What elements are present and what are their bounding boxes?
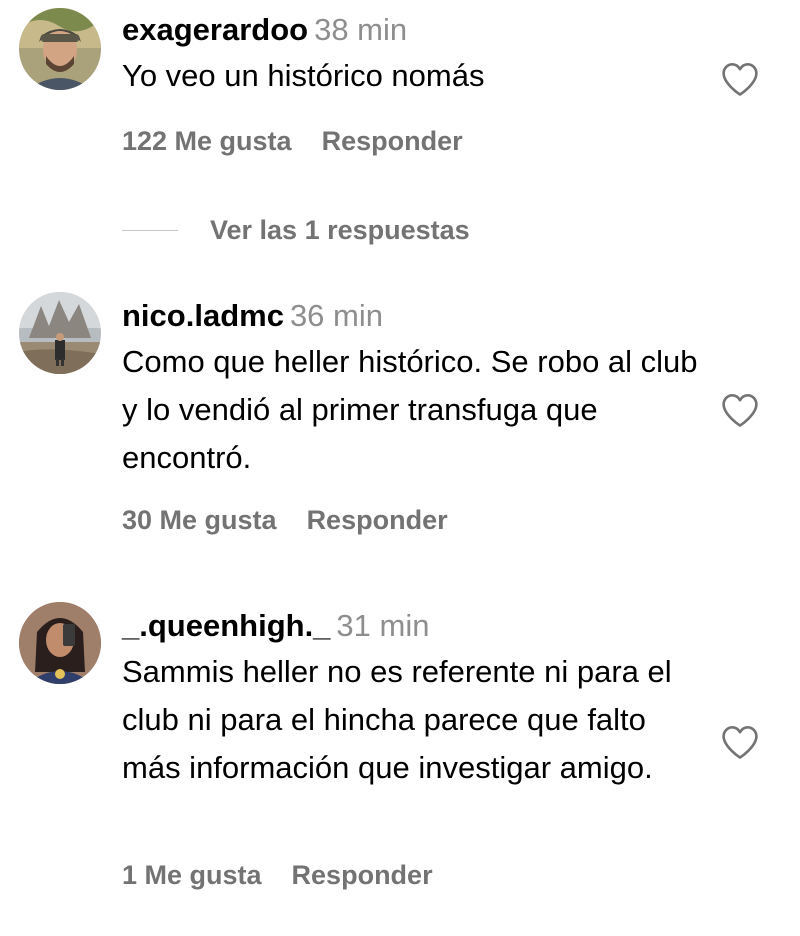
view-replies-label: Ver las 1 respuestas [210,214,470,245]
heart-outline-icon [722,393,758,427]
reply-button[interactable]: Responder [322,126,463,157]
comment-header: _.queenhigh._ 31 min [122,608,712,644]
heart-outline-icon [722,725,758,759]
username-link[interactable]: exagerardoo [122,12,308,47]
comment-item: _.queenhigh._ 31 min Sammis heller no es … [0,596,800,916]
comment-text: Sammis heller no es referente ni para el… [122,654,672,785]
username-link[interactable]: nico.ladmc [122,298,284,333]
reply-button[interactable]: Responder [307,505,448,536]
comment-text: Como que heller histórico. Se robo al cl… [122,344,698,475]
avatar[interactable] [19,602,101,684]
username-link[interactable]: _.queenhigh._ [122,608,330,643]
heart-outline-icon [722,62,758,96]
comment-timestamp: 36 min [289,298,383,333]
like-button[interactable] [720,392,760,428]
like-button[interactable] [720,61,760,97]
comment-actions: 122 Me gusta Responder [122,126,463,157]
reply-button[interactable]: Responder [292,860,433,891]
view-replies-button[interactable]: Ver las 1 respuestas [122,210,470,250]
avatar[interactable] [19,292,101,374]
comment-timestamp: 31 min [336,608,430,643]
avatar[interactable] [19,8,101,90]
divider-line [122,229,178,231]
likes-count[interactable]: 122 Me gusta [122,126,292,157]
comment-item: exagerardoo 38 min Yo veo un histórico no… [0,0,800,190]
comment-header: exagerardoo 38 min [122,12,712,48]
comment-actions: 1 Me gusta Responder [122,860,433,891]
comment-item: nico.ladmc 36 min Como que heller históri… [0,286,800,556]
comment-actions: 30 Me gusta Responder [122,505,448,536]
likes-count[interactable]: 1 Me gusta [122,860,262,891]
comment-text: Yo veo un histórico nomás [122,58,485,93]
comment-timestamp: 38 min [314,12,408,47]
likes-count[interactable]: 30 Me gusta [122,505,277,536]
comment-header: nico.ladmc 36 min [122,298,712,334]
like-button[interactable] [720,724,760,760]
